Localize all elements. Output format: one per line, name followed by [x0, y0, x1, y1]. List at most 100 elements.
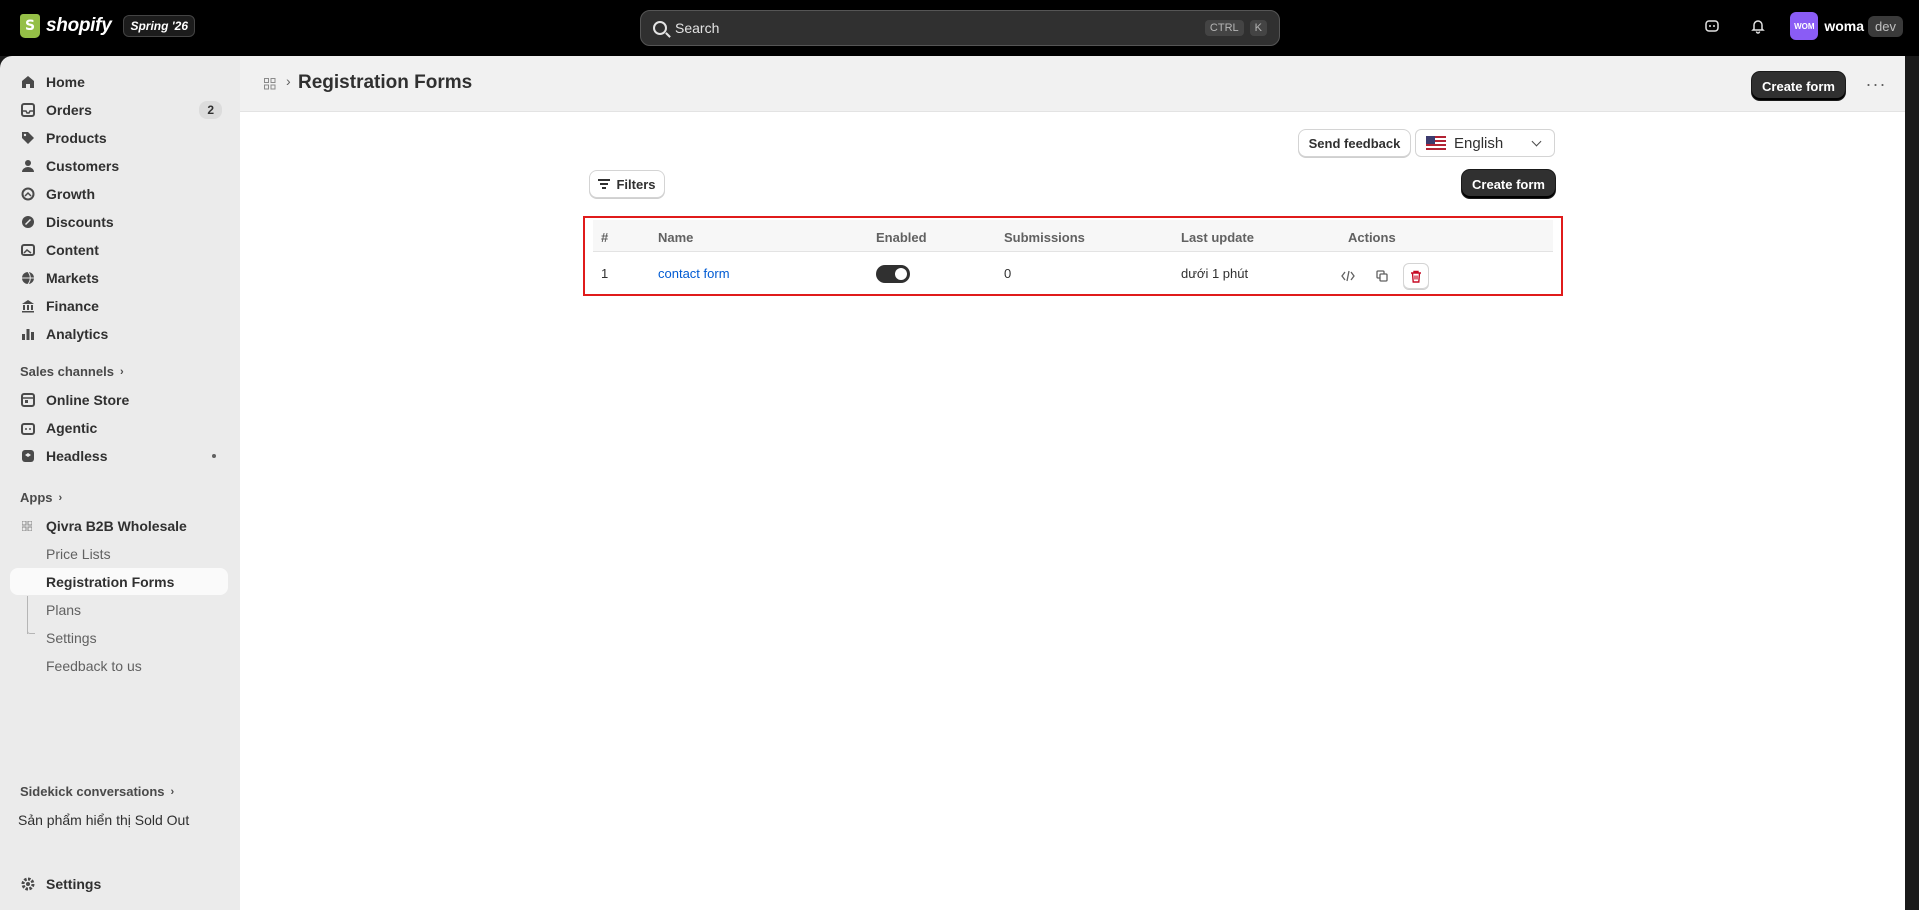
column-header-actions: Actions	[1348, 230, 1396, 245]
sales-channels-header[interactable]: Sales channels ›	[20, 364, 124, 379]
bell-icon[interactable]	[1744, 12, 1772, 40]
column-header-last-update: Last update	[1181, 230, 1254, 245]
store-name[interactable]: woma	[1824, 18, 1864, 34]
sidekick-label: Sidekick conversations	[20, 784, 165, 799]
discount-icon	[20, 214, 36, 230]
table-header: # Name Enabled Submissions Last update A…	[593, 220, 1553, 252]
sidebar-item-finance[interactable]: Finance	[10, 292, 228, 320]
us-flag-icon	[1426, 136, 1446, 150]
shortcut-ctrl: CTRL	[1204, 20, 1244, 36]
chevron-down-icon	[1531, 136, 1542, 146]
sidebar-sub-plans[interactable]: Plans	[10, 596, 228, 623]
filters-label: Filters	[616, 176, 656, 192]
page-header: › Registration Forms Create form ···	[240, 56, 1905, 112]
sidebar-item-headless[interactable]: Headless	[10, 442, 228, 470]
sidebar-sub-registration-forms[interactable]: Registration Forms	[10, 568, 228, 595]
form-name-link[interactable]: contact form	[658, 266, 730, 281]
more-actions-icon[interactable]: ···	[1860, 70, 1892, 98]
main-content: › Registration Forms Create form ··· Sen…	[240, 56, 1905, 910]
sub-item-label: Registration Forms	[46, 573, 175, 590]
enabled-toggle[interactable]	[876, 265, 910, 283]
logo-text: shopify	[46, 15, 112, 36]
forms-table: # Name Enabled Submissions Last update A…	[583, 216, 1563, 296]
sidebar-app-qivra[interactable]: Qivra B2B Wholesale	[10, 512, 228, 539]
chevron-right-icon: ›	[58, 491, 63, 504]
layers-icon	[20, 448, 36, 464]
env-badge: dev	[1868, 15, 1903, 37]
sidebar-item-discounts[interactable]: Discounts	[10, 208, 228, 236]
filter-icon	[598, 179, 611, 189]
sidebar-item-growth[interactable]: Growth	[10, 180, 228, 208]
sidebar-item-content[interactable]: Content	[10, 236, 228, 264]
shopify-logo[interactable]: shopify Spring '26	[20, 14, 196, 38]
sidebar-item-label: Customers	[46, 158, 120, 174]
column-header-submissions: Submissions	[1004, 230, 1085, 245]
sidebar-item-home[interactable]: Home	[10, 68, 228, 96]
sidebar-item-label: Growth	[46, 186, 95, 202]
sidebar-sub-price-lists[interactable]: Price Lists	[10, 540, 228, 567]
sidebar-item-label: Content	[46, 242, 99, 258]
shortcut-k: K	[1249, 20, 1267, 36]
sidebar-item-online-store[interactable]: Online Store	[10, 386, 228, 414]
sidebar-sub-feedback[interactable]: Feedback to us	[10, 652, 228, 679]
gear-icon	[20, 876, 36, 892]
sidebar-item-label: Agentic	[46, 420, 98, 436]
sidebar-item-analytics[interactable]: Analytics	[10, 320, 228, 348]
column-header-enabled: Enabled	[876, 230, 927, 245]
sidebar-item-customers[interactable]: Customers	[10, 152, 228, 180]
sidekick-header[interactable]: Sidekick conversations ›	[20, 784, 174, 799]
home-icon	[20, 74, 36, 90]
sidebar-item-label: Finance	[46, 298, 99, 314]
app-grid-icon[interactable]	[264, 78, 276, 90]
header-create-form-button[interactable]: Create form	[1752, 72, 1845, 100]
growth-icon	[20, 186, 36, 202]
search-icon	[653, 21, 667, 35]
sidebar-item-label: Markets	[46, 270, 99, 286]
sub-item-label: Price Lists	[46, 545, 111, 562]
sidekick-conversation-item[interactable]: Sản phẩm hiển thị Sold Out	[18, 812, 189, 828]
column-header-name: Name	[658, 230, 694, 245]
last-update-value: dưới 1 phút	[1181, 266, 1249, 281]
sub-item-label: Plans	[46, 601, 82, 618]
sidebar-item-label: Online Store	[46, 392, 130, 408]
apps-label: Apps	[20, 490, 53, 505]
apps-header[interactable]: Apps ›	[20, 490, 62, 505]
search-input[interactable]: Search CTRL K	[640, 10, 1280, 46]
sidebar-item-label: Settings	[46, 876, 102, 892]
sidebar-item-label: Home	[46, 74, 85, 90]
version-badge[interactable]: Spring '26	[123, 15, 196, 37]
chevron-right-icon: ›	[170, 785, 175, 798]
app-grid-icon	[22, 521, 32, 531]
unread-dot	[212, 454, 216, 458]
sub-item-label: Settings	[46, 629, 97, 646]
app-name: Qivra B2B Wholesale	[46, 517, 187, 534]
create-form-button[interactable]: Create form	[1462, 170, 1555, 198]
inbox-icon	[20, 102, 36, 118]
sidebar-item-orders[interactable]: Orders 2	[10, 96, 228, 124]
sidekick-icon[interactable]	[1698, 12, 1726, 40]
sidebar-item-products[interactable]: Products	[10, 124, 228, 152]
chevron-right-icon: ›	[286, 73, 291, 89]
bar-chart-icon	[20, 326, 36, 342]
duplicate-icon[interactable]	[1369, 263, 1395, 289]
tag-icon	[20, 130, 36, 146]
sidebar-sub-settings[interactable]: Settings	[10, 624, 228, 651]
language-select[interactable]: English	[1415, 129, 1555, 157]
language-value: English	[1454, 134, 1504, 152]
bank-icon	[20, 298, 36, 314]
sidebar-item-agentic[interactable]: Agentic	[10, 414, 228, 442]
avatar[interactable]: WOM	[1790, 12, 1819, 40]
person-icon	[20, 158, 36, 174]
sales-channels-label: Sales channels	[20, 364, 114, 379]
delete-icon[interactable]	[1403, 263, 1429, 289]
orders-count-badge: 2	[199, 101, 222, 119]
send-feedback-button[interactable]: Send feedback	[1298, 129, 1411, 157]
sidebar-item-markets[interactable]: Markets	[10, 264, 228, 292]
sidebar-item-label: Discounts	[46, 214, 114, 230]
sidebar-item-label: Headless	[46, 448, 108, 464]
sidebar-item-label: Products	[46, 130, 107, 146]
embed-code-icon[interactable]	[1335, 263, 1361, 289]
filters-button[interactable]: Filters	[589, 170, 665, 198]
sidebar-item-settings[interactable]: Settings	[10, 870, 228, 898]
sub-item-label: Feedback to us	[46, 657, 142, 674]
